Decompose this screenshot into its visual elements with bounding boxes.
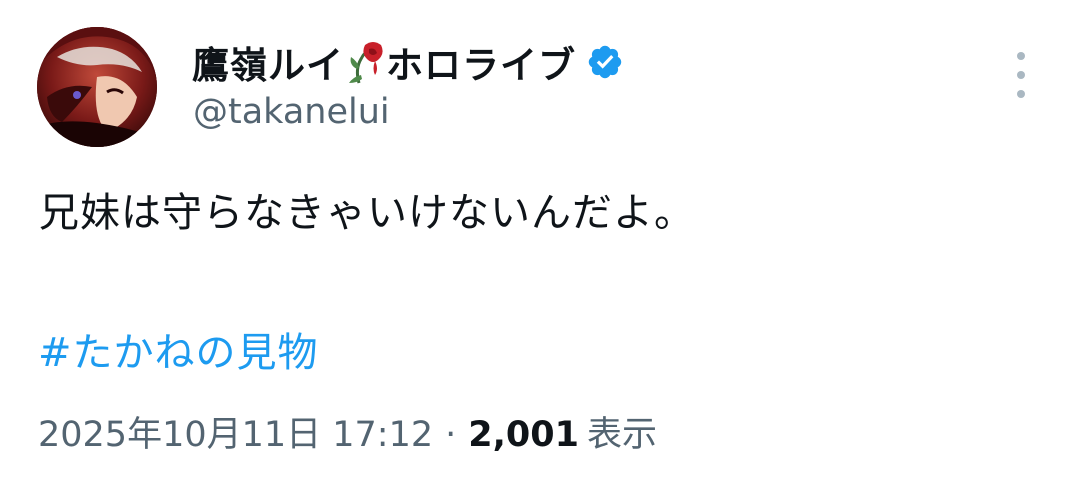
- timestamp-link[interactable]: 2025年10月11日 17:12: [38, 406, 433, 457]
- display-name[interactable]: 鷹嶺ルイ ホロライブ: [192, 38, 624, 87]
- tweet-card: 鷹嶺ルイ ホロライブ @takanelui 兄妹は守らなきゃいけないんだよ。 #…: [0, 0, 1080, 487]
- more-dot-icon: [1017, 71, 1025, 79]
- wilted-rose-icon: [345, 39, 385, 85]
- user-handle[interactable]: @takanelui: [193, 92, 390, 132]
- avatar[interactable]: [37, 27, 157, 147]
- views-count: 2,001: [468, 415, 579, 455]
- display-name-part2: ホロライブ: [386, 44, 576, 87]
- more-dot-icon: [1017, 90, 1025, 98]
- views-label: 表示: [587, 415, 658, 455]
- display-name-part1: 鷹嶺ルイ: [192, 44, 344, 87]
- more-options-button[interactable]: [1004, 52, 1038, 98]
- verified-badge-icon: [586, 43, 624, 81]
- tweet-text: 兄妹は守らなきゃいけないんだよ。: [39, 190, 695, 236]
- more-dot-icon: [1017, 52, 1025, 60]
- hashtag-link[interactable]: #たかねの見物: [38, 320, 319, 378]
- meta-separator: ·: [445, 415, 457, 455]
- tweet-meta: 2025年10月11日 17:12 · 2,001 表示: [38, 406, 657, 457]
